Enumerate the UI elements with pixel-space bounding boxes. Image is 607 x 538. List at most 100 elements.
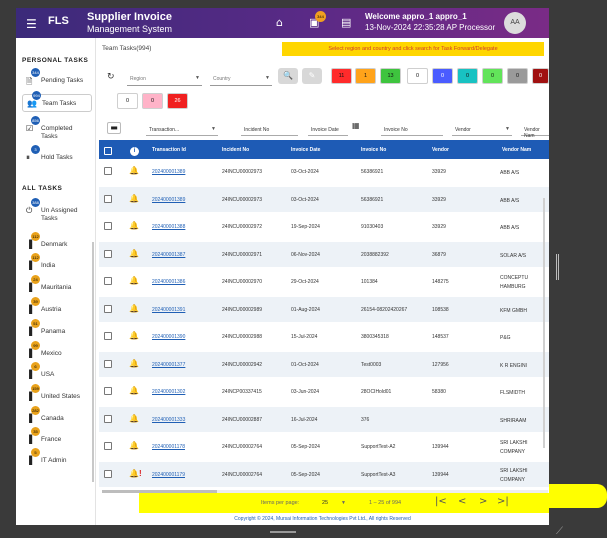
table-row[interactable]: 🔔 202400001388 24INCU00002972 19-Sep-2024 91… (99, 214, 549, 239)
status-counter-bright-red[interactable]: 26 (167, 93, 188, 109)
table-row[interactable]: 🔔 202400001333 24INCU00002887 16-Jul-2024 37… (99, 407, 549, 432)
status-counter-grey[interactable]: 0 (507, 68, 528, 84)
sidebar-item-denmark[interactable]: ▐ 112 Denmark (22, 232, 92, 254)
table-row[interactable]: 🔔 202400001302 24INCP00337415 03-Jun-2024 28… (99, 379, 549, 404)
home-icon[interactable]: ⌂ (276, 16, 283, 29)
incident-filter[interactable]: Incident No (241, 120, 298, 136)
transaction-id-link[interactable]: 202400001333 (152, 417, 185, 423)
status-counter-dark-red[interactable]: 0 (532, 68, 549, 84)
header-invoice-date[interactable]: Invoice Date (291, 147, 320, 153)
bell-icon[interactable]: 🔔 (129, 277, 139, 285)
sidebar-item-austria[interactable]: ▐ 39 Austria (22, 297, 92, 319)
status-counter-teal[interactable]: 0 (457, 68, 478, 84)
resize-grip-icon[interactable]: ⟋ (556, 526, 563, 537)
sidebar-item-hold-tasks[interactable]: ⏸ 3 Hold Tasks (22, 145, 92, 167)
items-per-page-select[interactable]: 25 (322, 500, 328, 506)
first-page-icon[interactable]: |< (435, 496, 447, 507)
vendor-name-filter[interactable]: Vendor Nam (521, 120, 549, 139)
row-checkbox[interactable] (104, 470, 112, 478)
bell-icon[interactable]: 🔔 (129, 305, 139, 313)
transaction-id-link[interactable]: 202400001377 (152, 362, 185, 368)
status-counter-blue[interactable]: 0 (432, 68, 453, 84)
row-checkbox[interactable] (104, 305, 112, 313)
calendar-icon[interactable]: ▦ (352, 121, 360, 130)
sidebar-item-unassigned-tasks[interactable]: ⏻ 388 Un Assigned Tasks (22, 198, 92, 226)
table-vertical-scrollbar[interactable] (543, 198, 545, 448)
table-row[interactable]: 🔔 202400001377 24INCU00002942 01-Oct-2024 Te… (99, 352, 549, 377)
region-select[interactable]: Region ▼ (127, 68, 202, 86)
search-button[interactable]: 🔍 (278, 68, 298, 84)
table-row[interactable]: 🔔 202400001389 24INCU00002973 03-Oct-2024 56… (99, 187, 549, 212)
sidebar-item-canada[interactable]: ▐ 282 Canada (22, 406, 92, 428)
refresh-icon[interactable]: ↻ (107, 72, 115, 82)
select-all-checkbox[interactable] (104, 147, 112, 155)
row-checkbox[interactable] (104, 332, 112, 340)
transaction-id-link[interactable]: 202400001389 (152, 197, 185, 203)
transaction-id-link[interactable]: 202400001178 (152, 444, 185, 450)
sidebar-item-united-states[interactable]: ▐ 159 United States (22, 384, 92, 406)
avatar[interactable]: AA (504, 12, 526, 34)
chevron-down-icon[interactable]: ▼ (341, 500, 346, 506)
header-vendor[interactable]: Vendor (432, 147, 449, 153)
row-checkbox[interactable] (104, 442, 112, 450)
last-page-icon[interactable]: >| (497, 496, 509, 507)
table-row[interactable]: 🔔 202400001387 24INCU00002971 06-Nov-2024 20… (99, 242, 549, 267)
next-page-icon[interactable]: > (479, 496, 487, 507)
column-toggle-icon[interactable]: ▬ (107, 122, 121, 134)
sidebar-item-it-admin[interactable]: ▐ 5 IT Admin (22, 448, 92, 470)
table-row[interactable]: 🔔 202400001178 24INCU00002764 05-Sep-2024 Su… (99, 434, 549, 459)
status-counter-pink[interactable]: 0 (142, 93, 163, 109)
vendor-filter[interactable]: Vendor ▼ (452, 120, 512, 136)
transaction-id-link[interactable]: 202400001302 (152, 389, 185, 395)
table-row[interactable]: 🔔! 202400001179 24INCU00002764 05-Sep-2024 S… (99, 462, 549, 487)
bell-icon[interactable]: 🔔 (129, 415, 139, 423)
bell-icon[interactable]: 🔔 (129, 222, 139, 230)
resize-handle[interactable] (556, 254, 559, 280)
sidebar-item-pending-tasks[interactable]: 🗎 344 Pending Tasks (22, 68, 92, 90)
header-incident-no[interactable]: Incident No (222, 147, 249, 153)
status-counter-white-2[interactable]: 0 (117, 93, 138, 109)
country-select[interactable]: Country ▼ (210, 68, 272, 86)
header-invoice-no[interactable]: Invoice No (361, 147, 386, 153)
bell-icon[interactable]: 🔔 (129, 250, 139, 258)
invoice-no-filter[interactable]: Invoice No (381, 120, 443, 136)
invoice-date-filter[interactable]: Invoice Date (308, 120, 348, 136)
sidebar-item-panama[interactable]: ▐ 51 Panama (22, 319, 92, 341)
bell-icon[interactable]: 🔔 (129, 332, 139, 340)
status-counter-orange[interactable]: 1 (355, 68, 376, 84)
row-checkbox[interactable] (104, 277, 112, 285)
bell-icon[interactable]: 🔔 (129, 387, 139, 395)
sidebar-item-team-tasks[interactable]: 👥 994 Team Tasks (22, 91, 92, 112)
clear-button[interactable]: ✎ (302, 68, 322, 84)
header-vendor-name[interactable]: Vendor Nam (502, 147, 531, 153)
sidebar-item-india[interactable]: ▐ 112 India (22, 253, 92, 275)
table-row[interactable]: 🔔 202400001391 24INCU00002989 01-Aug-2024 26… (99, 297, 549, 322)
list-icon[interactable]: ▤ (341, 16, 351, 29)
bell-icon[interactable]: 🔔 (129, 167, 139, 175)
transaction-id-link[interactable]: 202400001387 (152, 252, 185, 258)
row-checkbox[interactable] (104, 360, 112, 368)
transaction-id-link[interactable]: 202400001179 (152, 472, 185, 478)
sidebar-item-completed-tasks[interactable]: ☑ 856 Completed Tasks (22, 116, 92, 144)
sidebar-item-mexico[interactable]: ▐ 99 Mexico (22, 341, 92, 363)
row-checkbox[interactable] (104, 222, 112, 230)
sidebar-item-mauritania[interactable]: ▐ 24 Mauritania (22, 275, 92, 297)
row-checkbox[interactable] (104, 250, 112, 258)
table-row[interactable]: 🔔 202400001386 24INCU00002970 29-Oct-2024 10… (99, 269, 549, 294)
table-row[interactable]: 🔔 202400001389 24INCU00002973 03-Oct-2024 56… (99, 159, 549, 184)
row-checkbox[interactable] (104, 415, 112, 423)
status-counter-light-green[interactable]: 0 (482, 68, 503, 84)
bell-icon[interactable]: 🔔 (129, 470, 139, 478)
bell-icon[interactable]: 🔔 (129, 360, 139, 368)
status-counter-red[interactable]: 11 (331, 68, 352, 84)
header-transaction-id[interactable]: Transaction Id (152, 147, 186, 153)
previous-page-icon[interactable]: < (458, 496, 466, 507)
row-checkbox[interactable] (104, 167, 112, 175)
row-checkbox[interactable] (104, 387, 112, 395)
row-checkbox[interactable] (104, 195, 112, 203)
status-counter-white[interactable]: 0 (407, 68, 428, 84)
menu-icon[interactable]: ☰ (26, 17, 37, 31)
bell-icon[interactable]: 🔔 (129, 442, 139, 450)
sidebar-item-france[interactable]: ▐ 35 France (22, 427, 92, 449)
transaction-id-link[interactable]: 202400001388 (152, 224, 185, 230)
